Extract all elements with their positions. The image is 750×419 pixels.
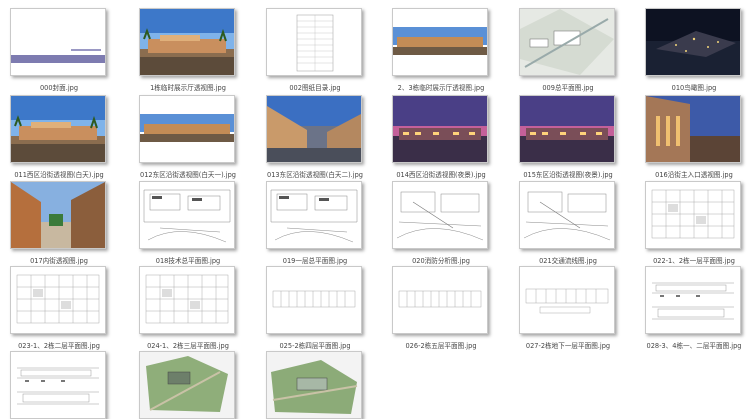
file-name-label: 018技术总平面图.jpg (155, 257, 221, 265)
file-name-label: 020消防分析图.jpg (412, 257, 470, 265)
thumbnail-image (520, 267, 614, 333)
file-thumbnail[interactable] (645, 95, 741, 163)
thumbnail-image (140, 9, 234, 75)
file-name-label: 013东区沿街透视图(白天二).jpg (267, 171, 363, 179)
file-thumbnail[interactable] (392, 181, 488, 249)
file-name-label: 2、3栋临时展示厅透视图.jpg (397, 84, 485, 92)
thumbnail-image (393, 267, 487, 333)
thumbnail-image (646, 96, 740, 162)
thumbnail-image (393, 182, 487, 248)
file-thumbnail[interactable] (519, 95, 615, 163)
thumbnail-image (140, 96, 234, 162)
file-name-label: 028-3、4栋一、二层平面图.jpg (646, 342, 742, 350)
thumbnail-image (520, 182, 614, 248)
file-thumbnail[interactable] (266, 266, 362, 334)
file-thumbnail[interactable] (266, 181, 362, 249)
file-thumbnail[interactable] (10, 266, 106, 334)
file-name-label: 010鸟瞰图.jpg (671, 84, 717, 92)
file-name-label: 014西区沿街透视图(夜景).jpg (396, 171, 486, 179)
file-thumbnail[interactable] (10, 351, 106, 419)
file-thumbnail[interactable] (519, 8, 615, 76)
file-name-label: 1栋临时展示厅透视图.jpg (150, 84, 226, 92)
thumbnail-image (140, 352, 234, 418)
thumbnail-image (140, 267, 234, 333)
file-thumbnail[interactable] (139, 351, 235, 419)
file-name-label: 002图纸目录.jpg (289, 84, 341, 92)
file-thumbnail[interactable] (10, 8, 106, 76)
thumbnail-image (393, 96, 487, 162)
thumbnail-image (520, 96, 614, 162)
file-name-label: 009总平面图.jpg (542, 84, 594, 92)
thumbnail-image (11, 96, 105, 162)
thumbnail-image (11, 182, 105, 248)
thumbnail-image (267, 9, 361, 75)
file-thumbnail[interactable] (266, 8, 362, 76)
file-name-label: 000封面.jpg (39, 84, 79, 92)
file-thumbnail[interactable] (645, 181, 741, 249)
file-thumbnail[interactable] (139, 181, 235, 249)
thumbnail-image (520, 9, 614, 75)
file-name-label: 021交通流线图.jpg (539, 257, 597, 265)
thumbnail-image (646, 182, 740, 248)
thumbnail-image (267, 352, 361, 418)
file-thumbnail[interactable] (519, 181, 615, 249)
file-thumbnail[interactable] (392, 8, 488, 76)
file-name-label: 026-2栋五层平面图.jpg (405, 342, 477, 350)
file-name-label: 023-1、2栋二层平面图.jpg (18, 342, 100, 350)
file-name-label: 024-1、2栋三层平面图.jpg (147, 342, 229, 350)
file-name-label: 022-1、2栋一层平面图.jpg (653, 257, 735, 265)
thumbnail-image (267, 182, 361, 248)
file-thumbnail[interactable] (519, 266, 615, 334)
thumbnail-image (393, 9, 487, 75)
file-thumbnail[interactable] (645, 266, 741, 334)
thumbnail-image (140, 182, 234, 248)
file-thumbnail[interactable] (266, 95, 362, 163)
file-thumbnail[interactable] (645, 8, 741, 76)
thumbnail-image (11, 352, 105, 418)
file-name-label: 017内街透视图.jpg (30, 257, 88, 265)
file-thumbnail[interactable] (392, 266, 488, 334)
thumbnail-image (11, 9, 105, 75)
file-name-label: 027-2栋地下一层平面图.jpg (525, 342, 611, 350)
file-name-label: 015东区沿街透视图(夜景).jpg (523, 171, 613, 179)
file-thumbnail[interactable] (10, 95, 106, 163)
file-name-label: 012东区沿街透视图(白天一).jpg (140, 171, 236, 179)
file-name-label: 016沿街主入口透视图.jpg (655, 171, 733, 179)
thumbnail-image (11, 267, 105, 333)
file-thumbnail[interactable] (139, 266, 235, 334)
file-thumbnail[interactable] (10, 181, 106, 249)
thumbnail-image (646, 267, 740, 333)
file-thumbnail[interactable] (139, 8, 235, 76)
file-name-label: 025-2栋四层平面图.jpg (279, 342, 351, 350)
thumbnail-grid: 000封面.jpg 1栋临时展示厅透视图.jpg 002图纸目录.jpg 2、3栋临时… (0, 0, 750, 419)
thumbnail-image (267, 267, 361, 333)
thumbnail-image (267, 96, 361, 162)
file-name-label: 019一层总平面图.jpg (282, 257, 348, 265)
file-thumbnail[interactable] (139, 95, 235, 163)
file-name-label: 011西区沿街透视图(白天).jpg (14, 171, 104, 179)
thumbnail-image (646, 9, 740, 75)
file-thumbnail[interactable] (266, 351, 362, 419)
file-thumbnail[interactable] (392, 95, 488, 163)
